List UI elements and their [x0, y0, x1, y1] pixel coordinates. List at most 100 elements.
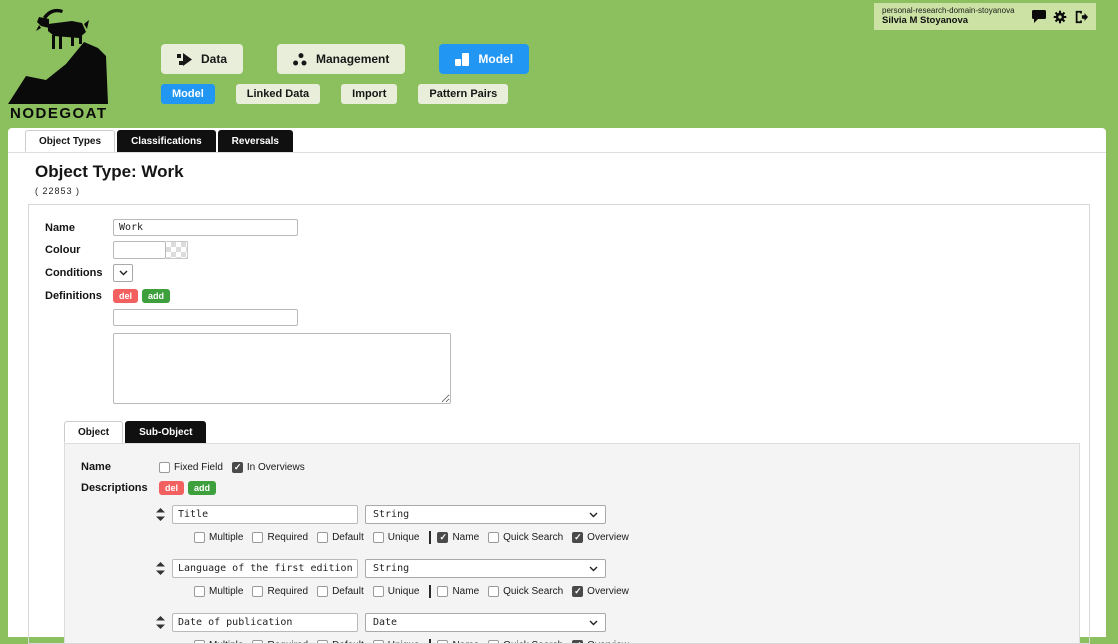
logout-icon[interactable] — [1073, 9, 1088, 24]
default-checkbox[interactable] — [317, 640, 328, 644]
tab-sub-object[interactable]: Sub-Object — [125, 421, 206, 443]
unique-label: Unique — [388, 586, 420, 597]
multiple-label: Multiple — [209, 640, 243, 644]
name-flag-checkbox[interactable] — [437, 532, 448, 543]
definition-text-wrap — [113, 333, 1085, 409]
main-nav: Data Management Model — [161, 44, 529, 74]
user-bar: personal-research-domain-stoyanova Silvi… — [874, 3, 1096, 30]
description-flags: Multiple Required Default Unique Name Qu… — [194, 639, 1079, 644]
unique-checkbox[interactable] — [373, 640, 384, 644]
drag-sort-icon[interactable] — [156, 562, 165, 575]
definitions-add-button[interactable]: add — [142, 289, 170, 303]
quick-search-label: Quick Search — [503, 640, 563, 644]
object-name-row: Name Fixed Field In Overviews — [81, 461, 1079, 473]
chat-icon[interactable] — [1031, 9, 1046, 24]
chevron-down-icon — [119, 270, 128, 276]
quick-search-checkbox[interactable] — [488, 586, 499, 597]
overview-checkbox[interactable] — [572, 532, 583, 543]
definitions-del-button[interactable]: del — [113, 289, 138, 303]
quick-search-label: Quick Search — [503, 532, 563, 543]
required-checkbox[interactable] — [252, 532, 263, 543]
unique-checkbox[interactable] — [373, 586, 384, 597]
definition-textarea[interactable] — [113, 333, 451, 404]
tab-object[interactable]: Object — [64, 421, 123, 443]
gear-icon[interactable] — [1052, 9, 1067, 24]
subnav-linked-data[interactable]: Linked Data — [236, 84, 320, 104]
description-name-input[interactable] — [172, 505, 358, 524]
object-type-form: Name Colour Conditions Definitions del a… — [28, 204, 1090, 644]
name-flag-checkbox[interactable] — [437, 586, 448, 597]
content-panel: Object Types Classifications Reversals O… — [8, 128, 1106, 637]
multiple-checkbox[interactable] — [194, 532, 205, 543]
required-checkbox[interactable] — [252, 586, 263, 597]
overview-checkbox[interactable] — [572, 586, 583, 597]
nav-model-button[interactable]: Model — [439, 44, 529, 74]
multiple-checkbox[interactable] — [194, 586, 205, 597]
logo-text: NODEGOAT — [10, 105, 108, 122]
conditions-select[interactable] — [113, 264, 133, 282]
default-checkbox[interactable] — [317, 586, 328, 597]
chevron-down-icon — [589, 620, 598, 626]
subnav-pattern-pairs[interactable]: Pattern Pairs — [418, 84, 508, 104]
user-info: personal-research-domain-stoyanova Silvi… — [882, 6, 1025, 26]
required-label: Required — [267, 640, 308, 644]
description-name-input[interactable] — [172, 613, 358, 632]
object-panel: Name Fixed Field In Overviews Descriptio… — [64, 443, 1080, 644]
chevron-down-icon — [589, 512, 598, 518]
description-type-value: String — [373, 509, 589, 520]
description-row: String Multiple Required Default Unique … — [156, 505, 1079, 544]
multiple-checkbox[interactable] — [194, 640, 205, 644]
default-checkbox[interactable] — [317, 532, 328, 543]
quick-search-checkbox[interactable] — [488, 532, 499, 543]
overview-checkbox[interactable] — [572, 640, 583, 644]
colour-swatch[interactable] — [166, 241, 188, 259]
description-type-select[interactable]: Date — [365, 613, 606, 632]
object-tabstrip: Object Sub-Object — [64, 421, 1085, 443]
nav-data-button[interactable]: Data — [161, 44, 243, 74]
description-name-input[interactable] — [172, 559, 358, 578]
tab-object-label: Object — [78, 427, 109, 438]
quick-search-checkbox[interactable] — [488, 640, 499, 644]
definitions-row: Definitions del add — [45, 287, 1085, 304]
fixed-field-checkbox[interactable] — [159, 462, 170, 473]
tab-classifications[interactable]: Classifications — [117, 130, 216, 152]
drag-sort-icon[interactable] — [156, 616, 165, 629]
descriptions-add-button[interactable]: add — [188, 481, 216, 495]
drag-sort-icon[interactable] — [156, 508, 165, 521]
colour-input[interactable] — [113, 241, 166, 259]
nav-management-button[interactable]: Management — [277, 44, 405, 74]
description-rows: String Multiple Required Default Unique … — [156, 505, 1079, 644]
description-type-value: String — [373, 563, 589, 574]
chevron-down-icon — [589, 566, 598, 572]
in-overviews-label: In Overviews — [247, 462, 305, 473]
subnav-linked-data-label: Linked Data — [247, 88, 309, 100]
subnav-model[interactable]: Model — [161, 84, 215, 104]
unique-checkbox[interactable] — [373, 532, 384, 543]
multiple-label: Multiple — [209, 532, 243, 543]
subnav-import[interactable]: Import — [341, 84, 397, 104]
overview-label: Overview — [587, 532, 629, 543]
description-type-select[interactable]: String — [365, 559, 606, 578]
page-title: Object Type: Work — [35, 162, 1106, 182]
description-type-select[interactable]: String — [365, 505, 606, 524]
tab-classifications-label: Classifications — [131, 136, 202, 147]
definition-name-input[interactable] — [113, 309, 298, 326]
in-overviews-option: In Overviews — [232, 462, 305, 473]
name-flag-checkbox[interactable] — [437, 640, 448, 644]
fixed-field-label: Fixed Field — [174, 462, 223, 473]
colour-picker — [113, 241, 188, 259]
nodegoat-logo[interactable]: NODEGOAT — [8, 4, 110, 124]
descriptions-label: Descriptions — [81, 482, 159, 494]
subnav-model-label: Model — [172, 88, 204, 100]
nav-management-label: Management — [316, 52, 389, 66]
tab-reversals[interactable]: Reversals — [218, 130, 293, 152]
in-overviews-checkbox[interactable] — [232, 462, 243, 473]
name-input[interactable] — [113, 219, 298, 236]
default-label: Default — [332, 640, 364, 644]
definitions-label: Definitions — [45, 290, 113, 302]
model-tabstrip: Object Types Classifications Reversals — [8, 128, 1106, 153]
required-checkbox[interactable] — [252, 640, 263, 644]
description-flags: Multiple Required Default Unique Name Qu… — [194, 585, 1079, 598]
descriptions-del-button[interactable]: del — [159, 481, 184, 495]
tab-object-types[interactable]: Object Types — [25, 130, 115, 152]
